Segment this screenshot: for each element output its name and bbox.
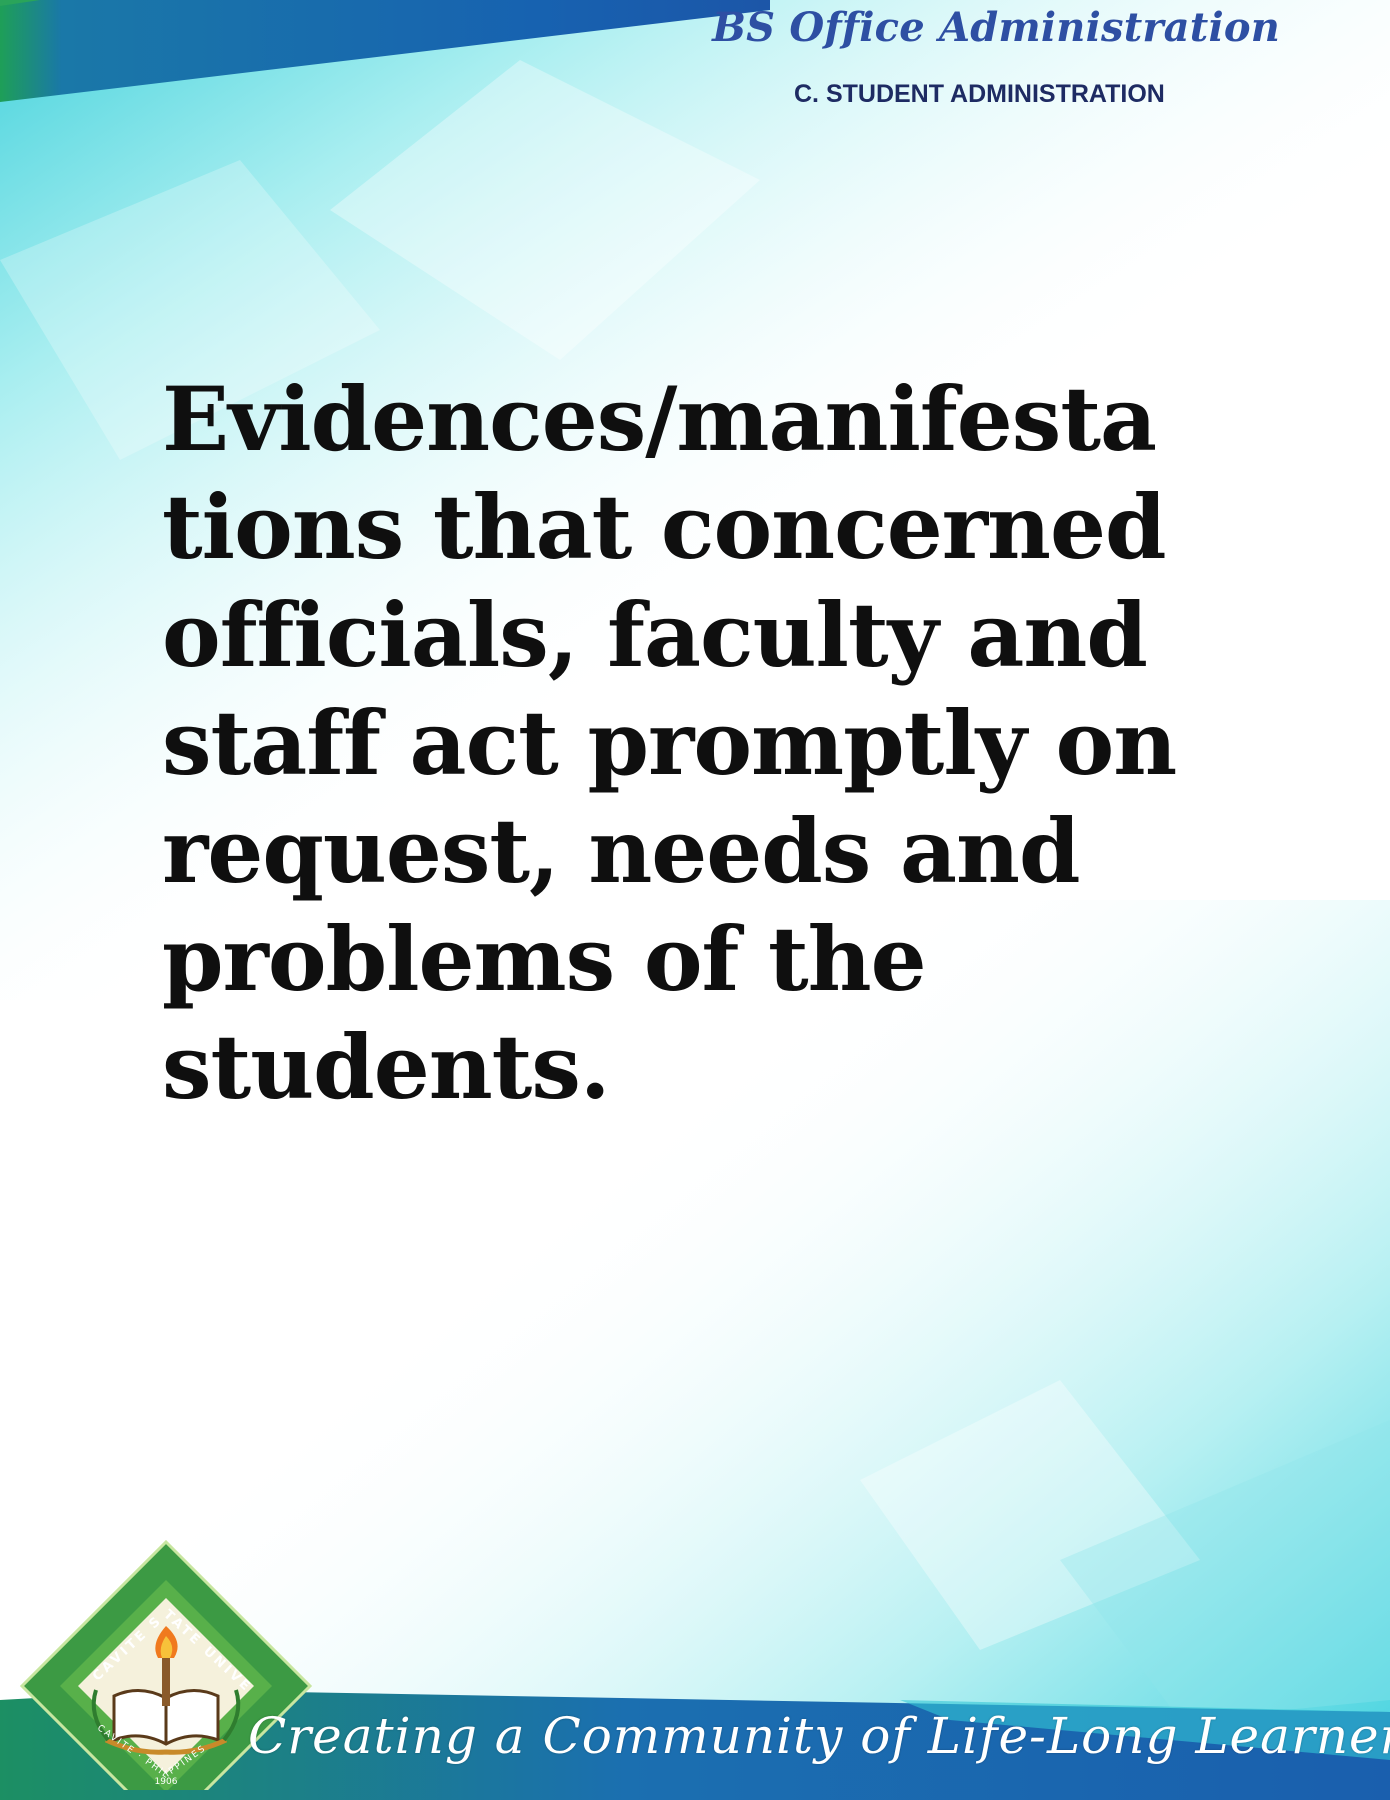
footer-tagline: Creating a Community of Life-Long Learne… [248, 1707, 1390, 1765]
section-title: C. STUDENT ADMINISTRATION [794, 80, 1165, 108]
document-page: BS Office Administration C. STUDENT ADMI… [0, 0, 1390, 1800]
program-title: BS Office Administration [712, 4, 1280, 51]
statement-line: problems of the [162, 907, 927, 1011]
main-statement: Evidences/manifesta tions that concerned… [162, 365, 1242, 1121]
statement-line: staff act promptly on [162, 691, 1177, 795]
statement-line: officials, faculty and [162, 583, 1148, 687]
statement-line: request, needs and [162, 799, 1081, 903]
statement-line: students. [162, 1015, 611, 1119]
statement-line: Evidences/manifesta [162, 367, 1157, 471]
seal-year: 1906 [155, 1777, 178, 1787]
statement-line: tions that concerned [162, 475, 1167, 579]
